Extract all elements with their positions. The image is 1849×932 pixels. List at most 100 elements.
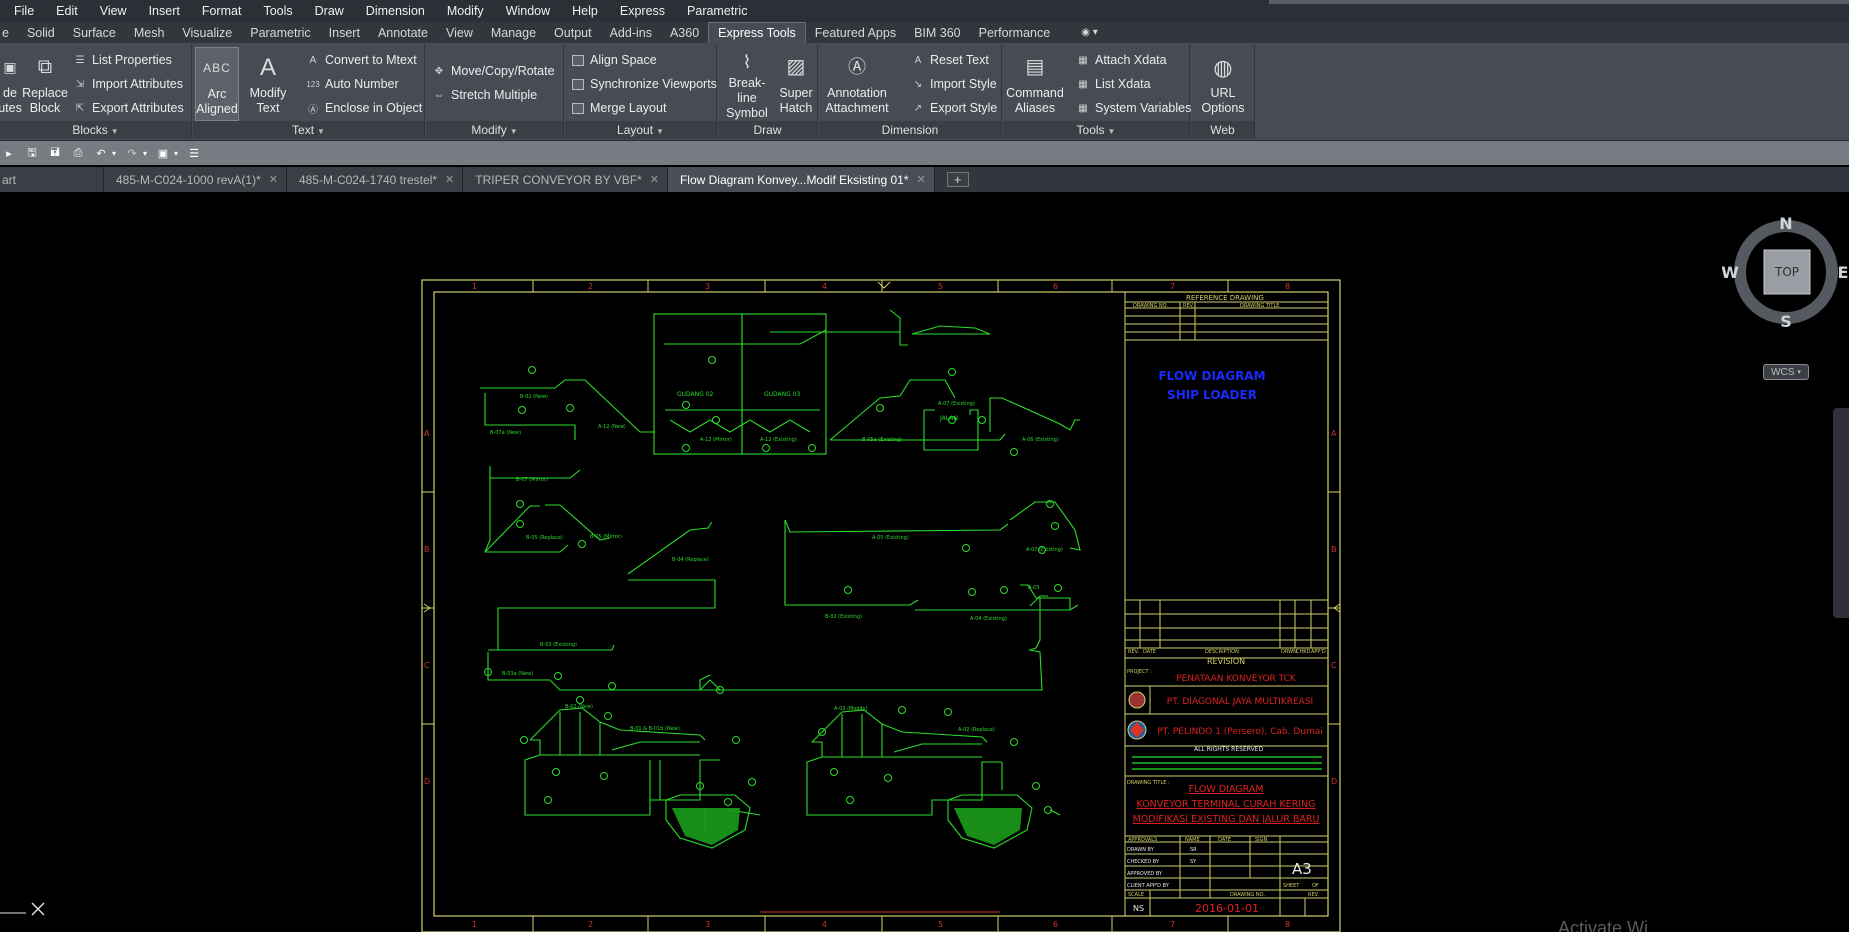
panel-title-blocks[interactable]: Blocks ▼ xyxy=(0,121,191,139)
replace-block-button[interactable]: ⧉ Replace Block xyxy=(22,47,68,121)
wcs-menu[interactable]: WCS ▾ xyxy=(1763,364,1809,380)
undo-dropdown-icon[interactable]: ▾ xyxy=(110,145,118,161)
move-copy-rotate-button[interactable]: ✥ Move/Copy/Rotate xyxy=(432,61,555,81)
svg-text:CHECKED BY: CHECKED BY xyxy=(1127,859,1160,865)
import-attributes-button[interactable]: ⇲ Import Attributes xyxy=(73,74,183,94)
save-as-icon[interactable]: 🖬 xyxy=(46,145,64,161)
save-icon[interactable]: 🖫 xyxy=(23,145,41,161)
tab-view[interactable]: View xyxy=(437,22,482,43)
block-attributes-button[interactable]: ▣ de utes xyxy=(0,47,22,121)
tab-parametric[interactable]: Parametric xyxy=(241,22,319,43)
doc-tab-triper-conveyor[interactable]: TRIPER CONVEYOR BY VBF* ✕ xyxy=(463,167,668,192)
doc-tab-label: art xyxy=(2,172,17,187)
menu-view[interactable]: View xyxy=(89,4,138,18)
tab-annotate[interactable]: Annotate xyxy=(369,22,437,43)
undo-icon[interactable]: ↶ xyxy=(92,145,110,161)
redo-icon[interactable]: ↷ xyxy=(123,145,141,161)
redo-dropdown-icon[interactable]: ▾ xyxy=(141,145,149,161)
doc-tab-1000-reva[interactable]: 485-M-C024-1000 revA(1)* ✕ xyxy=(104,167,287,192)
reset-text-button[interactable]: A Reset Text xyxy=(911,50,989,70)
tab-bim-360[interactable]: BIM 360 xyxy=(905,22,970,43)
panel-title-tools[interactable]: Tools ▼ xyxy=(1003,121,1189,139)
block-label-1: de xyxy=(3,86,17,100)
svg-text:A: A xyxy=(424,429,430,438)
tab-cut[interactable]: e xyxy=(0,22,18,43)
svg-text:A-12 (Mirror): A-12 (Mirror) xyxy=(700,437,732,443)
close-icon[interactable]: ✕ xyxy=(269,173,278,186)
url-options-button[interactable]: ◍ URL Options xyxy=(1195,47,1251,121)
stretch-multiple-button[interactable]: ⇔ Stretch Multiple xyxy=(432,85,537,105)
list-properties-button[interactable]: ☰ List Properties xyxy=(73,50,172,70)
new-tab-button[interactable]: + xyxy=(946,172,969,187)
arc-aligned-button[interactable]: ABC Arc Aligned xyxy=(195,47,239,121)
tab-insert[interactable]: Insert xyxy=(320,22,369,43)
break-line-symbol-button[interactable]: ⌇ Break-line Symbol xyxy=(720,47,774,121)
menu-tools[interactable]: Tools xyxy=(252,4,303,18)
menu-insert[interactable]: Insert xyxy=(138,4,191,18)
svg-text:1: 1 xyxy=(472,282,477,291)
panel-text: ABC Arc Aligned A Modify Text A Convert … xyxy=(193,45,425,139)
import-style-button[interactable]: ↘ Import Style xyxy=(911,74,997,94)
tab-express-tools[interactable]: Express Tools xyxy=(708,22,806,43)
tab-add-ins[interactable]: Add-ins xyxy=(601,22,661,43)
menu-format[interactable]: Format xyxy=(191,4,253,18)
menu-express[interactable]: Express xyxy=(609,4,676,18)
menu-parametric[interactable]: Parametric xyxy=(676,4,758,18)
menu-window[interactable]: Window xyxy=(495,4,561,18)
navigation-bar[interactable] xyxy=(1833,408,1849,618)
auto-number-button[interactable]: 123 Auto Number xyxy=(306,74,398,94)
align-space-button[interactable]: Align Space xyxy=(571,50,657,70)
convert-to-mtext-button[interactable]: A Convert to Mtext xyxy=(306,50,417,70)
menu-modify[interactable]: Modify xyxy=(436,4,495,18)
svg-text:PT. DIAGONAL JAYA MULTIKREASI: PT. DIAGONAL JAYA MULTIKREASI xyxy=(1167,697,1313,707)
annotation-attachment-button[interactable]: Ⓐ Annotation Attachment xyxy=(821,47,893,121)
enclose-in-object-button[interactable]: Ⓐ Enclose in Object xyxy=(306,98,422,118)
svg-text:SY: SY xyxy=(1190,859,1197,865)
tab-solid[interactable]: Solid xyxy=(18,22,64,43)
close-icon[interactable]: ✕ xyxy=(445,173,454,186)
publish-dropdown-icon[interactable]: ▾ xyxy=(172,145,180,161)
ribbon-minimize-button[interactable]: ◉ ▾ xyxy=(1077,22,1102,43)
export-attributes-button[interactable]: ⇱ Export Attributes xyxy=(73,98,184,118)
close-icon[interactable]: ✕ xyxy=(650,173,659,186)
tab-featured-apps[interactable]: Featured Apps xyxy=(806,22,905,43)
close-icon[interactable]: ✕ xyxy=(917,173,926,186)
merge-layout-button[interactable]: Merge Layout xyxy=(571,98,666,118)
doc-tab-flow-diagram[interactable]: Flow Diagram Konvey...Modif Eksisting 01… xyxy=(667,167,935,192)
tab-surface[interactable]: Surface xyxy=(64,22,125,43)
synchronize-viewports-button[interactable]: Synchronize Viewports xyxy=(571,74,717,94)
doc-tab-start[interactable]: art xyxy=(0,167,104,192)
tab-mesh[interactable]: Mesh xyxy=(125,22,174,43)
number-icon: 123 xyxy=(306,79,320,89)
tab-performance[interactable]: Performance xyxy=(970,22,1060,43)
export-style-button[interactable]: ↗ Export Style xyxy=(911,98,998,118)
tab-output[interactable]: Output xyxy=(545,22,601,43)
tab-a360[interactable]: A360 xyxy=(661,22,708,43)
attach-xdata-button[interactable]: ▦ Attach Xdata xyxy=(1076,50,1166,70)
menu-draw[interactable]: Draw xyxy=(304,4,355,18)
svg-text:B-05 (Mirror): B-05 (Mirror) xyxy=(590,534,622,540)
stretch-multiple-label: Stretch Multiple xyxy=(451,88,538,102)
panel-title-layout[interactable]: Layout ▼ xyxy=(565,121,716,139)
system-variables-button[interactable]: ▦ System Variables xyxy=(1076,98,1191,118)
menu-dimension[interactable]: Dimension xyxy=(355,4,436,18)
svg-text:JALAN: JALAN xyxy=(939,415,958,422)
menu-help[interactable]: Help xyxy=(561,4,609,18)
modify-text-button[interactable]: A Modify Text xyxy=(243,47,293,121)
list-xdata-button[interactable]: ▦ List Xdata xyxy=(1076,74,1150,94)
panel-title-modify[interactable]: Modify ▼ xyxy=(426,121,563,139)
doc-tab-1740-trestel[interactable]: 485-M-C024-1740 trestel* ✕ xyxy=(286,167,464,192)
publish-icon[interactable]: ▣ xyxy=(154,145,172,161)
panel-title-text[interactable]: Text ▼ xyxy=(193,121,424,139)
customize-qat-icon[interactable]: ☰ xyxy=(185,145,203,161)
command-aliases-button[interactable]: ▤ Command Aliases xyxy=(1006,47,1064,121)
viewcube[interactable]: TOP N S W E xyxy=(1721,210,1849,334)
tab-manage[interactable]: Manage xyxy=(482,22,545,43)
open-icon[interactable]: ▸ xyxy=(0,145,18,161)
drawing-canvas[interactable]: 12 34 56 78 12 34 56 78 AB CD AB CD REFE… xyxy=(0,192,1849,932)
print-icon[interactable]: ⎙ xyxy=(69,145,87,161)
super-hatch-button[interactable]: ▨ Super Hatch xyxy=(776,47,816,121)
menu-edit[interactable]: Edit xyxy=(45,4,89,18)
menu-file[interactable]: File xyxy=(0,4,45,18)
tab-visualize[interactable]: Visualize xyxy=(173,22,241,43)
